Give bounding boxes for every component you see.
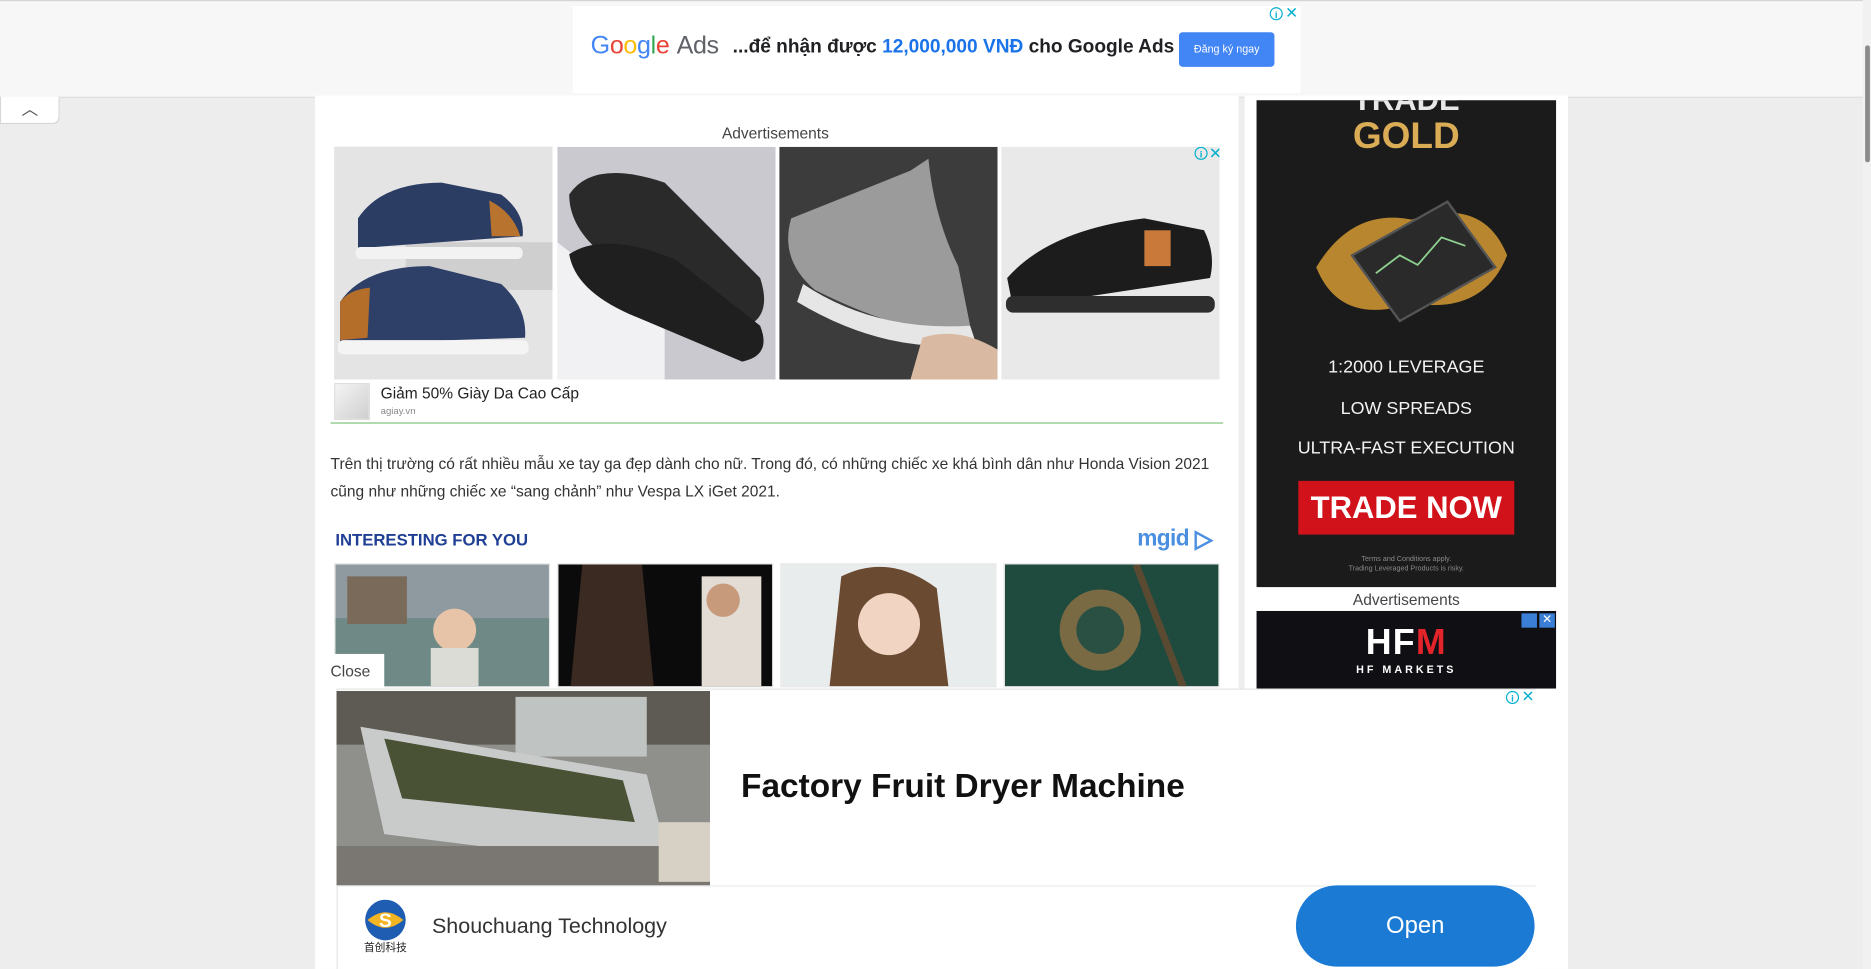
spreads-text: LOW SPREADS (1340, 398, 1472, 419)
recommendation-card[interactable] (1003, 563, 1220, 688)
hfm-logo: HFM (1365, 622, 1447, 663)
adchoices-icon[interactable] (1521, 613, 1537, 628)
execution-text: ULTRA-FAST EXECUTION (1297, 437, 1515, 459)
adchoices-icon[interactable]: i (1505, 690, 1520, 705)
adchoices-icon[interactable]: i (1269, 7, 1283, 21)
shouchuang-logo: S 首创科技 (353, 899, 417, 954)
shoe-ad-thumbnail[interactable] (334, 383, 370, 421)
shoe-image-black-loafer[interactable] (557, 146, 776, 380)
interesting-for-you-heading: INTERESTING FOR YOU (335, 529, 529, 549)
gold-headline: GOLD (1352, 114, 1460, 157)
advertiser-name[interactable]: Shouchuang Technology (432, 914, 667, 939)
shoe-image-black-sandal[interactable]: i ✕ (1001, 146, 1220, 380)
google-ads-promo-text: ...để nhận được 12,000,000 VNĐ cho Googl… (732, 36, 1175, 58)
divider (330, 422, 1224, 424)
shoe-ad-domain: agiay.vn (380, 405, 416, 417)
google-ads-banner[interactable]: Google Ads ...để nhận được 12,000,000 VNĐ… (572, 5, 1301, 94)
article-paragraph: Trên thị trường có rất nhiều mẫu xe tay … (330, 454, 1210, 500)
sidebar-advertisements-label: Advertisements (1352, 590, 1460, 609)
advertisements-label: Advertisements (721, 124, 829, 143)
adchoices-icon[interactable]: i (1194, 146, 1208, 160)
shoe-image-grey-sneaker[interactable] (779, 146, 998, 380)
trade-gold-ad[interactable]: TRADE GOLD 1:2000 LEVERAGE LOW SPREADS U… (1256, 100, 1557, 588)
trade-now-button[interactable]: TRADE NOW (1298, 480, 1515, 535)
chevron-up-icon: ︿ (21, 99, 39, 119)
bottom-ad-title[interactable]: Factory Fruit Dryer Machine (741, 767, 1185, 805)
mgid-logo[interactable]: mgid (1137, 526, 1189, 552)
gold-tablet-graphic (1316, 200, 1508, 323)
terms-text: Terms and Conditions apply. Trading Leve… (1348, 556, 1465, 573)
register-button[interactable]: Đăng ký ngay (1178, 32, 1275, 67)
shoe-ad-title[interactable]: Giảm 50% Giày Da Cao Cấp (381, 384, 579, 402)
leverage-text: 1:2000 LEVERAGE (1328, 356, 1485, 378)
hfm-ad[interactable]: HFM HF MARKETS ✕ (1256, 610, 1557, 689)
open-button[interactable]: Open (1295, 885, 1535, 967)
recommendation-card[interactable] (780, 563, 997, 688)
close-button[interactable]: Close (324, 653, 385, 689)
close-icon[interactable]: ✕ (1285, 5, 1298, 21)
shoe-image-navy-sneakers[interactable] (334, 146, 553, 380)
close-icon[interactable]: ✕ (1521, 689, 1534, 705)
google-ads-logo: Google Ads (590, 32, 719, 60)
hfm-subtitle: HF MARKETS (1356, 663, 1457, 676)
fruit-dryer-image[interactable] (336, 690, 711, 886)
svg-text:S: S (379, 911, 392, 932)
close-icon[interactable]: ✕ (1209, 147, 1220, 161)
collapse-ad-button[interactable]: ︿ (0, 96, 60, 125)
close-icon[interactable]: ✕ (1539, 613, 1555, 628)
logo-caption: 首创科技 (363, 941, 407, 954)
scrollbar-thumb[interactable] (1865, 45, 1870, 163)
mgid-arrow-icon (1194, 530, 1214, 551)
recommendation-card[interactable] (557, 563, 774, 688)
